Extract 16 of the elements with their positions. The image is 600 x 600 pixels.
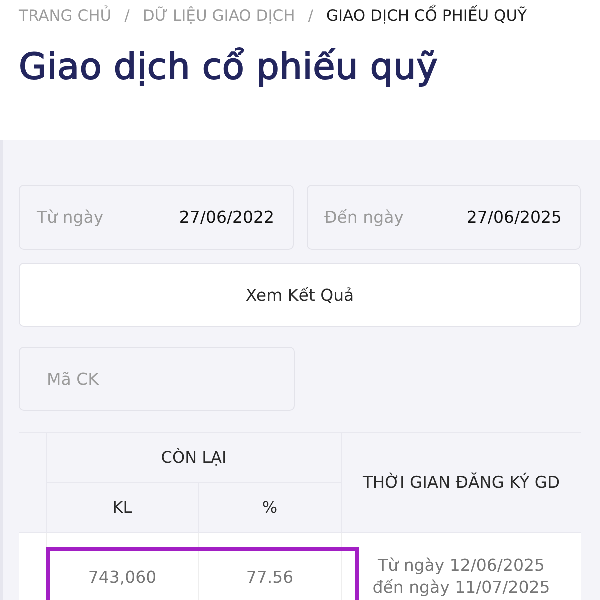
table-cell: 743,060 [47,533,199,600]
symbol-input-field[interactable]: Mã CK [19,347,295,411]
date-value: 27/06/2022 [179,208,274,227]
date-field[interactable]: Từ ngày 27/06/2022 [19,185,294,250]
date-field[interactable]: Đến ngày 27/06/2025 [306,185,581,250]
view-results-button[interactable]: Xem Kết Quả [19,263,581,327]
table-cell-text: Từ ngày 12/06/2025 đến ngày 11/07/2025 [372,555,552,599]
date-value: 27/06/2025 [466,208,562,227]
current-page-label: GIAO DỊCH CỔ PHIẾU QUỸ [326,7,528,25]
table-cell: 77.56 [199,533,342,600]
date-label: Từ ngày [37,208,104,227]
breadcrumb-separator: / [124,7,130,25]
header-cell: CÒN LẠI [47,433,342,483]
date-label: Đến ngày [324,208,404,227]
breadcrumb-separator: / [308,7,314,25]
page-title: Giao dịch cổ phiếu quỹ [19,47,440,88]
